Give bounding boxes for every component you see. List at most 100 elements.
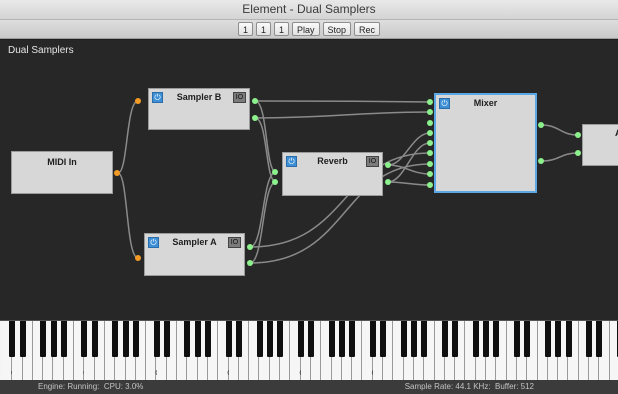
audio-input-port[interactable]	[272, 169, 278, 175]
play-button[interactable]: Play	[292, 22, 320, 36]
black-key[interactable]	[544, 321, 551, 357]
black-key[interactable]	[493, 321, 500, 357]
black-key[interactable]	[40, 321, 47, 357]
black-key[interactable]	[112, 321, 119, 357]
sample-rate: Sample Rate: 44.1 KHz:	[404, 382, 491, 391]
toolbar-button-3[interactable]: 1	[273, 22, 289, 36]
black-key[interactable]	[328, 321, 335, 357]
toolbar-button-1[interactable]: 1	[237, 22, 253, 36]
node-sampler-a[interactable]: ⏻ Sampler A IO	[144, 233, 245, 276]
black-key[interactable]	[472, 321, 479, 357]
black-key[interactable]	[555, 321, 562, 357]
node-mixer[interactable]: ⏻ Mixer	[434, 93, 537, 193]
graph-title: Dual Samplers	[8, 45, 74, 56]
node-audio-out[interactable]: A	[582, 124, 618, 166]
black-key[interactable]	[308, 321, 314, 357]
black-key[interactable]	[514, 321, 520, 357]
black-key[interactable]	[163, 321, 170, 357]
black-key[interactable]	[586, 321, 593, 357]
black-key[interactable]	[91, 321, 98, 357]
graph-editor[interactable]: Dual Samplers MIDI In ⏻ Sampler B IO ⏻ S…	[0, 40, 618, 320]
audio-input-port[interactable]	[427, 182, 433, 188]
audio-output-port[interactable]	[252, 115, 258, 121]
audio-output-port[interactable]	[538, 122, 544, 128]
black-key[interactable]	[153, 321, 160, 357]
black-key[interactable]	[9, 321, 16, 357]
transport-toolbar: 1 1 1 Play Stop Rec	[0, 20, 618, 39]
black-key[interactable]	[411, 321, 417, 357]
black-key[interactable]	[235, 321, 242, 357]
black-key[interactable]	[524, 321, 531, 357]
wire-mixer-out-1	[540, 124, 579, 136]
audio-output-port[interactable]	[385, 179, 391, 185]
black-key[interactable]	[338, 321, 345, 357]
audio-input-port[interactable]	[427, 120, 433, 126]
black-key[interactable]	[369, 321, 376, 357]
audio-input-port[interactable]	[427, 171, 433, 177]
stop-button[interactable]: Stop	[322, 22, 352, 36]
audio-input-port[interactable]	[575, 150, 581, 156]
cpu-usage: CPU: 3.0%	[103, 382, 144, 391]
black-key[interactable]	[60, 321, 67, 357]
black-key[interactable]	[452, 321, 459, 357]
audio-output-port[interactable]	[247, 244, 253, 250]
node-title: Mixer	[473, 98, 498, 108]
audio-output-port[interactable]	[252, 98, 258, 104]
io-button[interactable]: IO	[366, 156, 379, 167]
wire-mixer-out-2	[540, 152, 579, 162]
buffer-size: Buffer: 512	[495, 382, 534, 391]
black-key[interactable]	[380, 321, 387, 357]
node-sampler-b[interactable]: ⏻ Sampler B IO	[148, 88, 250, 130]
node-reverb[interactable]: ⏻ Reverb IO	[282, 152, 383, 196]
black-key[interactable]	[132, 321, 139, 357]
node-midi-in[interactable]: MIDI In	[11, 151, 113, 194]
black-key[interactable]	[50, 321, 57, 357]
black-key[interactable]	[565, 321, 572, 357]
black-key[interactable]	[205, 321, 211, 357]
audio-input-port[interactable]	[272, 179, 278, 185]
black-key[interactable]	[596, 321, 603, 357]
wire-samplerb-mixer-1	[254, 100, 431, 103]
wire-reverb-mixer-1	[387, 132, 431, 166]
black-key[interactable]	[400, 321, 407, 357]
black-key[interactable]	[266, 321, 273, 357]
audio-input-port[interactable]	[427, 109, 433, 115]
midi-input-port[interactable]	[135, 98, 141, 104]
black-key[interactable]	[225, 321, 232, 357]
status-engine: Engine: Running: CPU: 3.0%	[38, 380, 143, 394]
status-audio: Sample Rate: 44.1 KHz: Buffer: 512	[405, 380, 534, 394]
black-key[interactable]	[81, 321, 88, 357]
audio-output-port[interactable]	[538, 158, 544, 164]
black-key[interactable]	[122, 321, 129, 357]
wire-samplerb-mixer-2	[254, 111, 431, 119]
wire-samplerb-reverb-1	[254, 100, 277, 173]
wire-midi-to-sampler-a	[117, 172, 139, 259]
black-key[interactable]	[277, 321, 284, 357]
audio-input-port[interactable]	[575, 132, 581, 138]
audio-output-port[interactable]	[247, 260, 253, 266]
black-key[interactable]	[19, 321, 26, 357]
black-key[interactable]	[184, 321, 191, 357]
black-key[interactable]	[297, 321, 304, 357]
audio-input-port[interactable]	[427, 150, 433, 156]
black-key[interactable]	[256, 321, 263, 357]
audio-input-port[interactable]	[427, 130, 433, 136]
wire-samplera-reverb-2	[249, 181, 277, 264]
midi-input-port[interactable]	[135, 255, 141, 261]
black-key[interactable]	[441, 321, 448, 357]
audio-output-port[interactable]	[385, 162, 391, 168]
black-key[interactable]	[483, 321, 490, 357]
piano-keyboard[interactable]: C0C1C2C3C4C5	[0, 320, 618, 381]
audio-input-port[interactable]	[427, 140, 433, 146]
record-button[interactable]: Rec	[354, 22, 381, 36]
toolbar-button-2[interactable]: 1	[255, 22, 271, 36]
io-button[interactable]: IO	[228, 237, 241, 248]
audio-input-port[interactable]	[427, 161, 433, 167]
io-button[interactable]: IO	[233, 92, 246, 103]
black-key[interactable]	[421, 321, 428, 357]
status-bar: Engine: Running: CPU: 3.0% Sample Rate: …	[0, 380, 618, 394]
midi-output-port[interactable]	[114, 170, 120, 176]
black-key[interactable]	[349, 321, 356, 357]
black-key[interactable]	[194, 321, 201, 357]
audio-input-port[interactable]	[427, 99, 433, 105]
